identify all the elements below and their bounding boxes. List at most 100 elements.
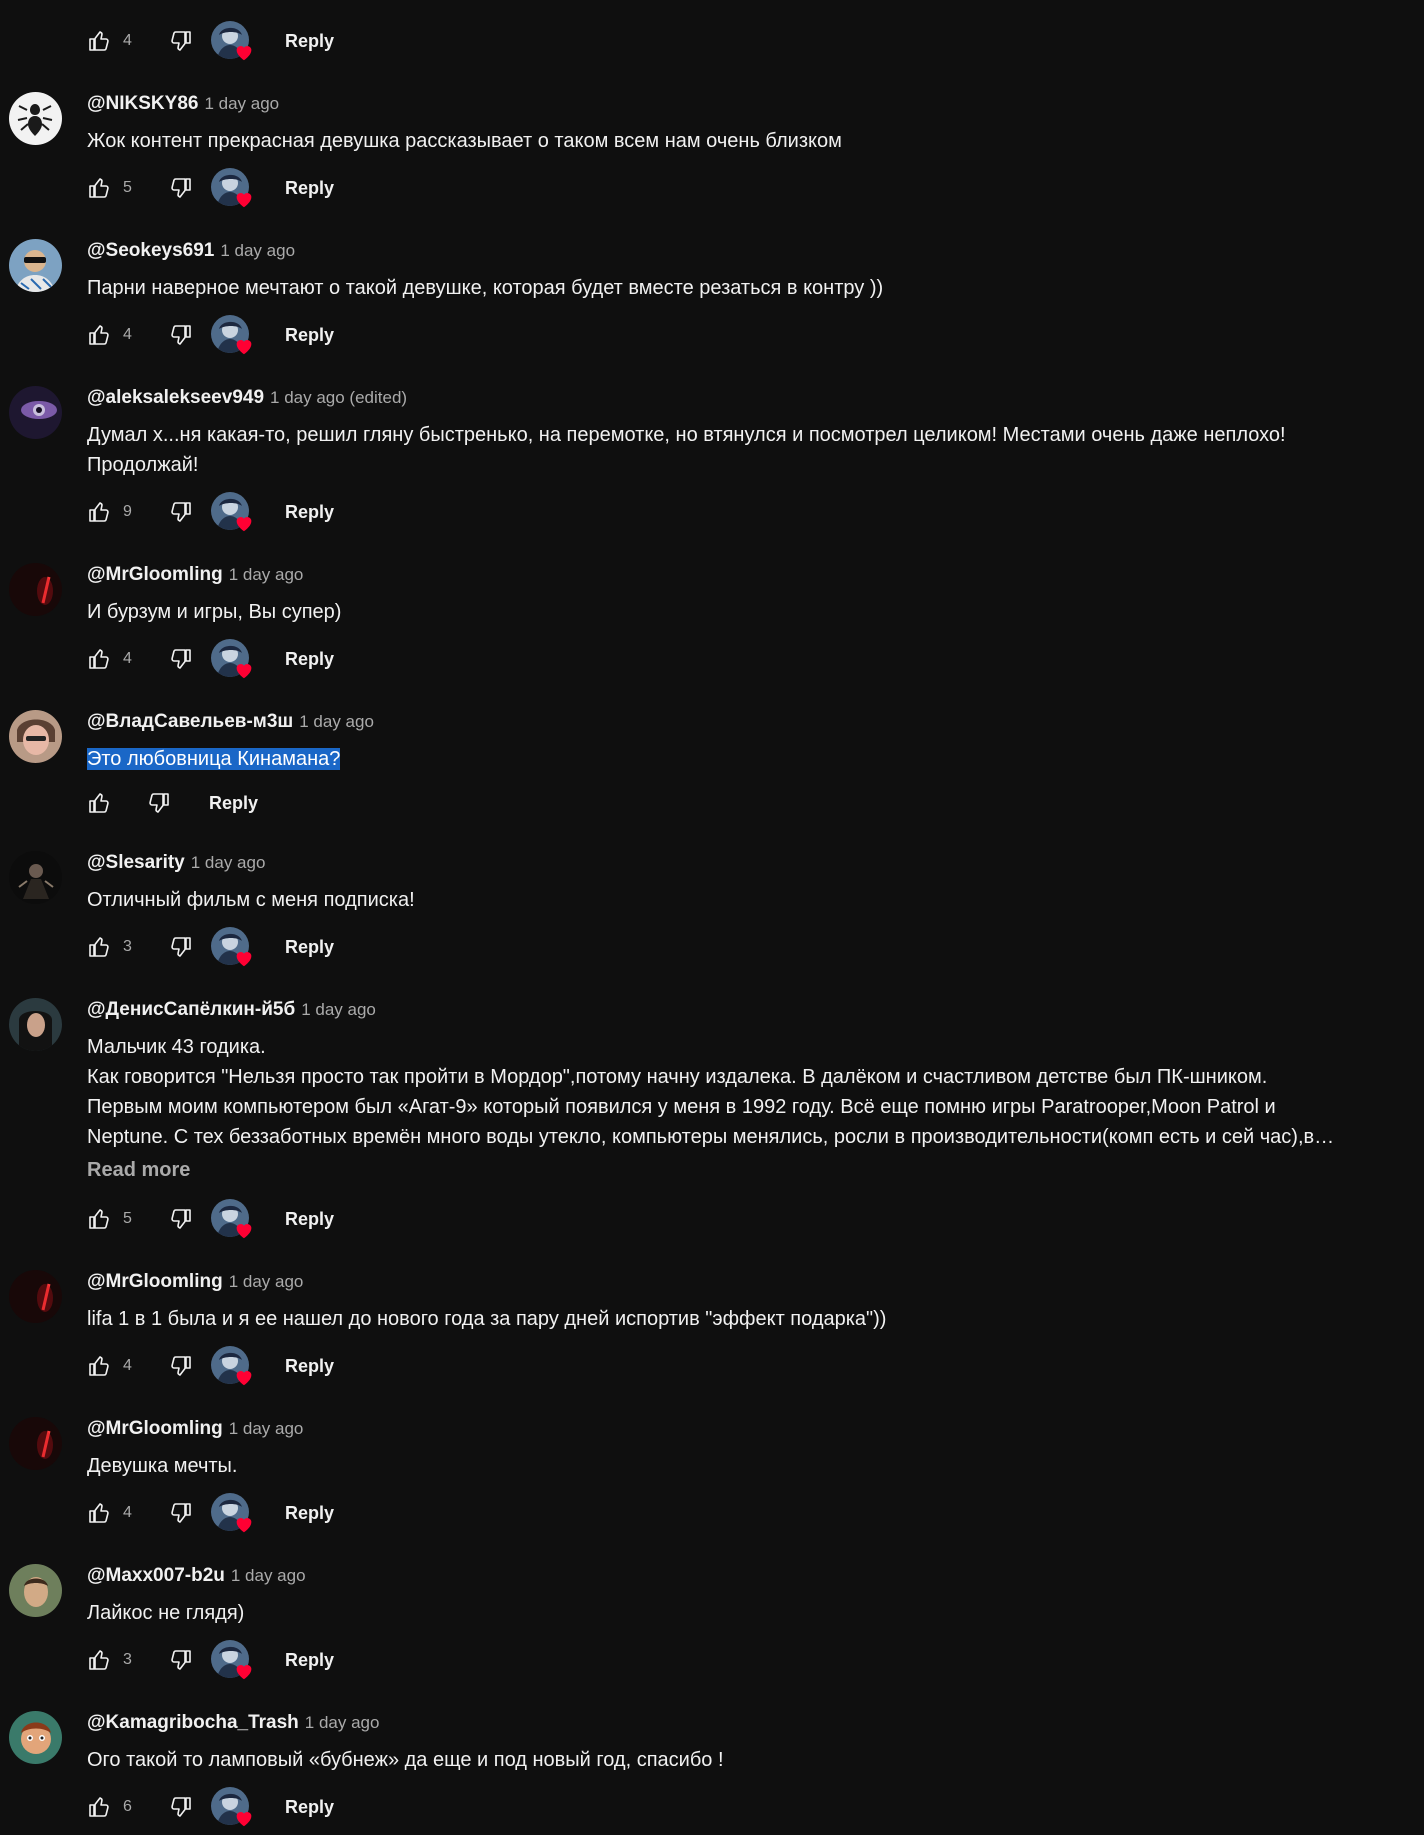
comment-actions: 4 Reply [87,1346,334,1386]
reply-button[interactable]: Reply [285,494,334,531]
comment-author[interactable]: @Kamagribocha_Trash [87,1712,299,1733]
creator-heart[interactable] [211,1493,252,1533]
like-icon[interactable] [87,647,111,671]
heart-icon [233,947,255,969]
avatar[interactable] [9,1270,62,1323]
reply-button[interactable]: Reply [285,1495,334,1532]
like-icon[interactable] [87,1207,111,1231]
creator-heart[interactable] [211,168,252,208]
comments-feed: 4 Reply @NIKSKY86 1 day ago Жок контент п… [0,0,1424,1835]
like-count: 3 [123,938,132,955]
comment-author[interactable]: @MrGloomling [87,1271,223,1292]
reply-button[interactable]: Reply [285,929,334,966]
comment-time[interactable]: 1 day ago (edited) [270,388,407,407]
reply-button[interactable]: Reply [285,170,334,207]
reply-button[interactable]: Reply [285,23,334,60]
dislike-icon[interactable] [169,500,193,524]
creator-heart[interactable] [211,1640,252,1680]
heart-icon [233,335,255,357]
creator-heart[interactable] [211,1346,252,1386]
dislike-icon[interactable] [169,647,193,671]
comment-time[interactable]: 1 day ago [231,1566,306,1585]
dislike-icon[interactable] [169,1501,193,1525]
comment-text: И бурзум и игры, Вы супер) [87,601,342,623]
dislike-icon[interactable] [169,323,193,347]
heart-icon [233,1513,255,1535]
like-icon[interactable] [87,176,111,200]
comment-actions: 9 Reply [87,492,334,532]
like-icon[interactable] [87,1501,111,1525]
dislike-icon[interactable] [169,1795,193,1819]
avatar[interactable] [9,998,62,1051]
like-icon[interactable] [87,29,111,53]
creator-heart[interactable] [211,315,252,355]
like-count: 4 [123,32,132,49]
heart-icon [233,512,255,534]
comment-time[interactable]: 1 day ago [301,1000,376,1019]
read-more-link[interactable]: Read more [87,1159,190,1182]
dislike-icon[interactable] [169,1354,193,1378]
dislike-icon[interactable] [169,176,193,200]
comment-time[interactable]: 1 day ago [299,712,374,731]
dislike-icon[interactable] [169,1207,193,1231]
comment-text: Парни наверное мечтают о такой девушке, … [87,277,884,299]
comment-actions: 3 Reply [87,927,334,967]
creator-heart[interactable] [211,492,252,532]
comment-text-line: Первым моим компьютером был «Агат-9» кот… [87,1096,1276,1118]
reply-button[interactable]: Reply [285,1201,334,1238]
avatar[interactable] [9,710,62,763]
like-icon[interactable] [87,791,111,815]
creator-heart[interactable] [211,639,252,679]
comment-author[interactable]: @MrGloomling [87,564,223,585]
comment-author[interactable]: @ДенисСапёлкин-й5б [87,999,295,1020]
comment-author[interactable]: @Seokeys691 [87,240,214,261]
like-icon[interactable] [87,500,111,524]
comment-author[interactable]: @ВладСавельев-м3ш [87,711,293,732]
comment-author[interactable]: @NIKSKY86 [87,93,198,114]
avatar[interactable] [9,386,62,439]
comment-actions: 6 Reply [87,1787,334,1827]
like-count: 4 [123,326,132,343]
avatar[interactable] [9,239,62,292]
avatar[interactable] [9,92,62,145]
comment-time[interactable]: 1 day ago [229,1419,304,1438]
comment-time[interactable]: 1 day ago [191,853,266,872]
dislike-icon[interactable] [169,1648,193,1672]
comment-author[interactable]: @aleksalekseev949 [87,387,264,408]
like-icon[interactable] [87,1648,111,1672]
comment-time[interactable]: 1 day ago [229,1272,304,1291]
avatar[interactable] [9,1564,62,1617]
comment-time[interactable]: 1 day ago [305,1713,380,1732]
comment-time[interactable]: 1 day ago [229,565,304,584]
avatar[interactable] [9,563,62,616]
comment-text: Ого такой то ламповый «бубнеж» да еще и … [87,1749,724,1771]
comment-author[interactable]: @MrGloomling [87,1418,223,1439]
comment-time[interactable]: 1 day ago [204,94,279,113]
comment-author[interactable]: @Maxx007-b2u [87,1565,225,1586]
reply-button[interactable]: Reply [209,785,258,822]
creator-heart[interactable] [211,21,252,61]
dislike-icon[interactable] [169,935,193,959]
avatar[interactable] [9,1417,62,1470]
like-icon[interactable] [87,1795,111,1819]
avatar[interactable] [9,851,62,904]
dislike-icon[interactable] [169,29,193,53]
like-icon[interactable] [87,323,111,347]
reply-button[interactable]: Reply [285,641,334,678]
comment-actions: 4 Reply [87,639,334,679]
heart-icon [233,1660,255,1682]
comment-author[interactable]: @Slesarity [87,852,185,873]
reply-button[interactable]: Reply [285,317,334,354]
creator-heart[interactable] [211,927,252,967]
reply-button[interactable]: Reply [285,1642,334,1679]
reply-button[interactable]: Reply [285,1789,334,1826]
creator-heart[interactable] [211,1787,252,1827]
like-icon[interactable] [87,935,111,959]
dislike-icon[interactable] [147,791,171,815]
comment-time[interactable]: 1 day ago [220,241,295,260]
creator-heart[interactable] [211,1199,252,1239]
avatar[interactable] [9,1711,62,1764]
like-icon[interactable] [87,1354,111,1378]
comment-text-line: Neptune. С тех беззаботных времён много … [87,1126,1335,1148]
reply-button[interactable]: Reply [285,1348,334,1385]
